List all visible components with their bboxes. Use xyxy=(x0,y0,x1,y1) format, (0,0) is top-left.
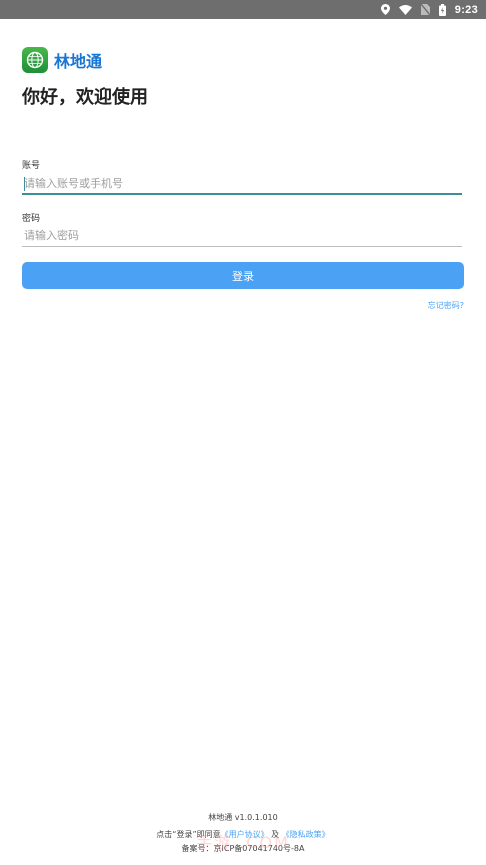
password-input[interactable] xyxy=(22,225,462,247)
agreement-line: 点击“登录”即同意《用户协议》 及 《隐私政策》 xyxy=(0,829,486,840)
brand: 林地通 xyxy=(22,47,102,73)
app-name: 林地通 xyxy=(54,52,103,71)
globe-leaf-logo-icon xyxy=(22,47,48,73)
login-button[interactable]: 登录 xyxy=(22,262,464,289)
status-time: 9:23 xyxy=(454,3,478,16)
welcome-title: 你好，欢迎使用 xyxy=(22,87,148,108)
login-screen: 9:23 林地通 你好，欢迎使用 账号 密码 登录 忘记密码? 林地通 v1.0… xyxy=(0,0,486,865)
status-bar: 9:23 xyxy=(0,0,486,19)
account-label: 账号 xyxy=(22,161,41,171)
filing-number: 备案号：京ICP备07041740号-8A xyxy=(181,844,305,853)
agree-and: 及 xyxy=(271,830,280,839)
no-sim-icon xyxy=(420,4,430,15)
user-agreement-link[interactable]: 《用户协议》 xyxy=(221,830,269,839)
wifi-icon xyxy=(398,4,412,15)
account-input[interactable] xyxy=(22,173,462,195)
text-cursor xyxy=(24,177,25,191)
forgot-password-link[interactable]: 忘记密码? xyxy=(428,300,464,311)
location-icon xyxy=(380,4,390,15)
password-label: 密码 xyxy=(22,214,41,224)
privacy-policy-link[interactable]: 《隐私政策》 xyxy=(282,830,330,839)
app-version: 林地通 v1.0.1.010 xyxy=(208,813,278,822)
agree-prefix: 点击“登录”即同意 xyxy=(156,830,221,839)
battery-icon xyxy=(438,3,446,16)
